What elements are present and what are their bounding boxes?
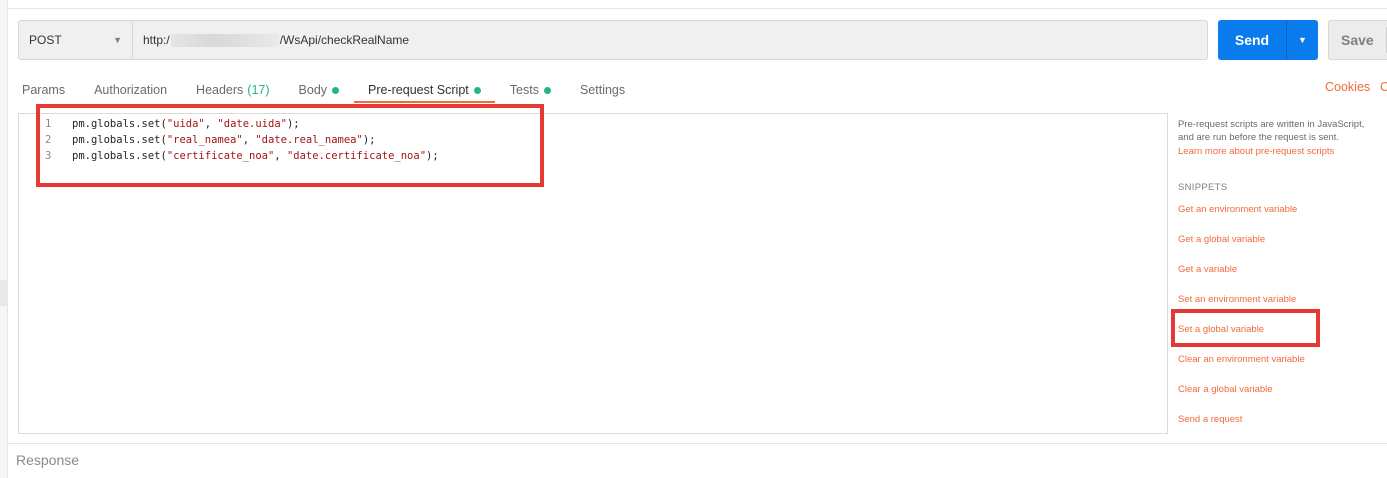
tab-authorization[interactable]: Authorization (94, 79, 167, 101)
snippet-clear-global-variable[interactable]: Clear a global variable (1178, 384, 1273, 395)
code-text: pm.globals.set("real_namea", "date.real_… (72, 134, 376, 146)
code-link[interactable]: C (1380, 80, 1387, 94)
tab-label: Tests (509, 83, 539, 97)
line-number: 2 (45, 134, 52, 146)
url-path: /WsApi/checkRealName (279, 33, 410, 47)
code-text: pm.globals.set("uida", "date.uida"); (72, 118, 300, 130)
panel-description: Pre-request scripts are written in JavaS… (1178, 118, 1387, 144)
status-dot-icon (543, 86, 551, 94)
snippet-get-environment-variable[interactable]: Get an environment variable (1178, 204, 1297, 215)
tab-label: Headers (196, 83, 244, 97)
description-line: and are run before the request is sent. (1178, 132, 1340, 143)
tab-label: Body (298, 83, 328, 97)
tab-body[interactable]: Body (299, 79, 340, 101)
snippet-get-variable[interactable]: Get a variable (1178, 264, 1237, 275)
tab-pre-request-script[interactable]: Pre-request Script (354, 79, 495, 103)
snippets-panel: Pre-request scripts are written in JavaS… (1178, 118, 1387, 425)
method-select[interactable]: POST ▼ (18, 20, 133, 60)
description-line: Pre-request scripts are written in JavaS… (1178, 119, 1365, 130)
cookies-link[interactable]: Cookies (1325, 80, 1370, 94)
snippets-heading: SNIPPETS (1178, 182, 1228, 193)
redacted-host (170, 33, 279, 47)
snippet-set-environment-variable[interactable]: Set an environment variable (1178, 294, 1296, 305)
tab-label: Authorization (94, 83, 168, 97)
response-heading: Response (16, 452, 80, 468)
snippet-send-request[interactable]: Send a request (1178, 414, 1242, 425)
chevron-down-icon: ▼ (113, 35, 122, 45)
line-number: 1 (45, 118, 52, 130)
sidebar-selected-stripe (0, 280, 8, 306)
send-label: Send (1234, 32, 1270, 48)
url-input[interactable]: http:/ /WsApi/checkRealName (133, 20, 1208, 60)
code-line: 1 pm.globals.set("uida", "date.uida"); (19, 116, 300, 132)
left-sidebar-edge (0, 0, 8, 478)
send-button[interactable]: Send ▼ (1218, 20, 1318, 60)
code-text: pm.globals.set("certificate_noa", "date.… (72, 150, 439, 162)
snippet-clear-environment-variable[interactable]: Clear an environment variable (1178, 354, 1305, 365)
code-line: 3 pm.globals.set("certificate_noa", "dat… (19, 148, 439, 164)
send-options-chevron-icon[interactable]: ▼ (1287, 20, 1318, 60)
snippet-set-global-variable[interactable]: Set a global variable (1178, 324, 1264, 335)
code-line: 2 pm.globals.set("real_namea", "date.rea… (19, 132, 375, 148)
tab-headers[interactable]: Headers (17) (196, 79, 269, 101)
headers-count: (17) (247, 83, 270, 97)
url-prefix: http:/ (143, 33, 170, 47)
status-dot-icon (473, 86, 481, 94)
tab-params[interactable]: Params (22, 79, 65, 101)
learn-more-link[interactable]: Learn more about pre-request scripts (1178, 146, 1387, 157)
tab-settings[interactable]: Settings (580, 79, 625, 101)
line-number: 3 (45, 150, 52, 162)
tab-label: Settings (579, 83, 626, 97)
method-label: POST (29, 33, 62, 47)
snippet-get-global-variable[interactable]: Get a global variable (1178, 234, 1265, 245)
request-tabs: Params Authorization Headers (17) Body Pr… (22, 79, 654, 103)
tab-tests[interactable]: Tests (510, 79, 551, 101)
tab-label: Pre-request Script (368, 83, 469, 97)
response-divider (8, 443, 1387, 444)
status-dot-icon (332, 86, 340, 94)
top-divider (8, 8, 1387, 9)
tab-label: Params (22, 83, 66, 97)
script-editor[interactable]: 1 pm.globals.set("uida", "date.uida"); 2… (18, 113, 1168, 434)
save-button[interactable]: Save (1328, 20, 1387, 60)
